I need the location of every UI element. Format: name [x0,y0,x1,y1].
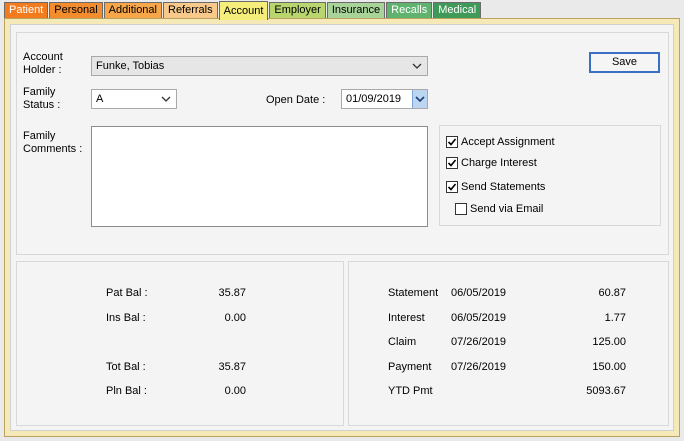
statement-label: Statement [388,287,439,299]
tab-account[interactable]: Account [218,1,269,20]
statement-amount: 60.87 [598,287,626,299]
tab-recalls[interactable]: Recalls [386,2,433,18]
family-status-select[interactable]: A [91,89,177,109]
statement-date: 06/05/2019 [451,287,507,299]
chevron-down-icon [161,96,171,102]
checkmark-icon [447,159,457,167]
interest-amount: 1.77 [604,312,626,324]
accept-assignment-checkbox[interactable] [446,136,458,148]
send-via-email-label: Send via Email [470,203,544,215]
send-statements-label: Send Statements [461,181,546,193]
family-comments-textarea[interactable] [91,126,428,227]
open-date-picker[interactable]: 01/09/2019 [341,89,428,109]
tab-additional[interactable]: Additional [103,2,162,18]
account-panel: Account Holder : Funke, Tobias Save Fami… [4,18,680,437]
tab-patient[interactable]: Patient [4,2,49,18]
ins-bal-value: 0.00 [224,312,246,324]
interest-date: 06/05/2019 [451,312,507,324]
payment-label: Payment [388,361,432,373]
family-comments-label: Family Comments : [23,130,83,155]
tot-bal-value: 35.87 [218,361,246,373]
account-holder-select[interactable]: Funke, Tobias [91,56,428,76]
pat-bal-value: 35.87 [218,287,246,299]
account-holder-value: Funke, Tobias [96,60,165,72]
tab-personal[interactable]: Personal [49,2,103,18]
accept-assignment-label: Accept Assignment [461,136,555,148]
charge-interest-label: Charge Interest [461,157,537,169]
pat-bal-label: Pat Bal : [106,287,148,299]
family-status-value: A [96,93,104,105]
tab-referrals[interactable]: Referrals [163,2,218,18]
ytd-pmt-label: YTD Pmt [388,385,433,397]
send-statements-checkbox[interactable] [446,181,458,193]
send-via-email-checkbox[interactable] [455,203,467,215]
family-status-label: Family Status : [23,86,61,111]
chevron-down-icon [415,96,425,103]
tab-employer[interactable]: Employer [269,2,326,18]
date-dropdown-button[interactable] [412,90,427,108]
ins-bal-label: Ins Bal : [106,312,146,324]
claim-amount: 125.00 [592,336,626,348]
account-holder-label: Account Holder : [23,51,63,76]
checkmark-icon [447,183,457,191]
payment-date: 07/26/2019 [451,361,507,373]
claim-label: Claim [388,336,417,348]
account-form: Account Holder : Funke, Tobias Save Fami… [10,24,674,431]
balances-frame [16,261,344,426]
tot-bal-label: Tot Bal : [106,361,146,373]
payment-amount: 150.00 [592,361,626,373]
open-date-label: Open Date : [266,94,326,106]
chevron-down-icon [412,63,422,69]
pln-bal-value: 0.00 [224,385,246,397]
claim-date: 07/26/2019 [451,336,507,348]
save-button[interactable]: Save [589,52,660,73]
tab-medical[interactable]: Medical [433,2,482,18]
ytd-pmt-amount: 5093.67 [586,385,626,397]
interest-label: Interest [388,312,425,324]
open-date-value: 01/09/2019 [346,93,402,105]
charge-interest-checkbox[interactable] [446,157,458,169]
checkmark-icon [447,138,457,146]
tab-strip: Patient Personal Additional Referrals Ac… [4,1,482,20]
pln-bal-label: Pln Bal : [106,385,147,397]
tab-insurance[interactable]: Insurance [326,2,386,18]
